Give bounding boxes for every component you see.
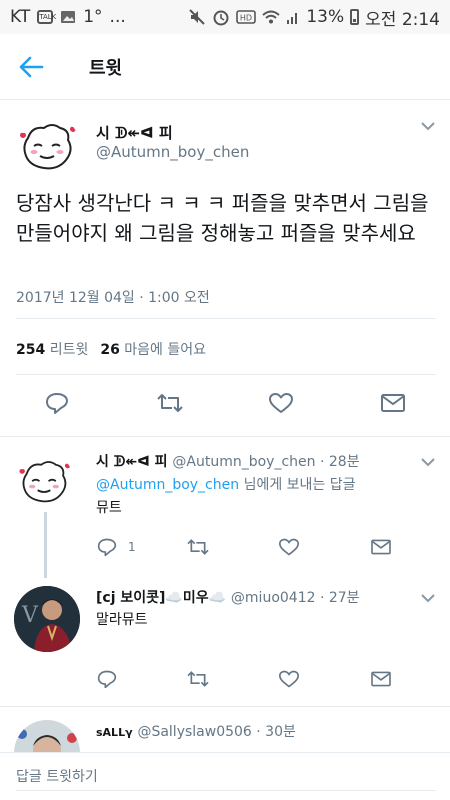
svg-text:HD: HD bbox=[240, 14, 252, 23]
retweet-count: 254 bbox=[16, 342, 46, 358]
temperature-label: 1° bbox=[83, 7, 103, 27]
reply-text: 뮤트 bbox=[96, 500, 122, 516]
svg-text:V: V bbox=[21, 603, 39, 628]
reply-count: 1 bbox=[128, 540, 136, 554]
reply-button[interactable] bbox=[96, 534, 126, 560]
reply-context: @Autumn_boy_chen 님에게 보내는 답글 bbox=[96, 474, 356, 494]
reply-meta: @Sallyslaw0506 · 30분 bbox=[137, 724, 296, 740]
reply-button[interactable] bbox=[44, 390, 74, 416]
cartoon-face-icon bbox=[14, 114, 80, 180]
back-arrow-icon bbox=[19, 56, 44, 77]
compose-underline bbox=[16, 790, 436, 791]
like-button[interactable] bbox=[278, 534, 308, 560]
image-icon bbox=[61, 11, 76, 23]
reply-actions: 1 bbox=[0, 534, 450, 564]
retweet-button[interactable] bbox=[186, 666, 216, 692]
reply-author-line[interactable]: sALLγ @Sallyslaw0506 · 30분 bbox=[96, 721, 296, 741]
cartoon-face-icon bbox=[14, 452, 74, 512]
like-button[interactable] bbox=[268, 390, 298, 416]
status-bar: KT TALK 1° ... HD 13% 오전 2:14 bbox=[0, 0, 450, 34]
carrier-label: KT bbox=[10, 7, 31, 27]
author-avatar[interactable] bbox=[14, 114, 80, 180]
like-button[interactable] bbox=[278, 666, 308, 692]
mail-icon bbox=[371, 539, 391, 555]
like-count: 26 bbox=[100, 342, 120, 358]
like-stat[interactable]: 26 마음에 들어요 bbox=[100, 339, 206, 359]
retweet-icon bbox=[187, 539, 209, 555]
author-display-name[interactable]: 시 ᗫ↞ᐊ 피 bbox=[96, 122, 173, 143]
reply-display-name: [cj 보이콧]☁️미우☁️ bbox=[96, 590, 227, 606]
page-title: 트윗 bbox=[89, 57, 123, 79]
talk-icon: TALK bbox=[37, 10, 56, 24]
reply-compose-input[interactable]: 답글 트윗하기 bbox=[16, 766, 98, 786]
reply-compose-bar[interactable]: 답글 트윗하기 bbox=[0, 752, 450, 800]
retweet-button[interactable] bbox=[156, 390, 186, 416]
chevron-down-icon bbox=[421, 122, 435, 131]
tweet-text: 당잠사 생각난다 ㅋ ㅋ ㅋ 퍼즐을 맞추면서 그림을 만들어야지 왜 그림을 … bbox=[16, 191, 429, 245]
mail-icon bbox=[381, 394, 405, 412]
reply-avatar[interactable] bbox=[14, 452, 74, 512]
reply-display-name: 시 ᗫ↞ᐊ 피 bbox=[96, 454, 168, 470]
like-label: 마음에 들어요 bbox=[124, 342, 206, 358]
reply-menu-button[interactable] bbox=[418, 452, 438, 472]
app-header: 트윗 bbox=[0, 34, 450, 100]
reply-to-suffix: 님에게 보내는 답글 bbox=[239, 477, 356, 493]
reply-author-line[interactable]: [cj 보이콧]☁️미우☁️ @miuo0412 · 27분 bbox=[96, 587, 360, 607]
reply-to-link[interactable]: @Autumn_boy_chen bbox=[96, 477, 239, 493]
reply-icon bbox=[97, 670, 117, 689]
hd-icon: HD bbox=[236, 10, 257, 24]
chevron-down-icon bbox=[421, 458, 435, 467]
reply-icon bbox=[46, 393, 68, 414]
heart-icon bbox=[269, 393, 293, 413]
retweet-stat[interactable]: 254 리트윗 bbox=[16, 339, 88, 359]
retweet-button[interactable] bbox=[186, 534, 216, 560]
heart-icon bbox=[278, 670, 300, 688]
reply-meta: @miuo0412 · 27분 bbox=[230, 590, 360, 606]
reply-display-name: sALLγ bbox=[96, 726, 133, 739]
back-button[interactable] bbox=[0, 34, 62, 100]
reply-avatar[interactable]: V bbox=[14, 586, 80, 652]
heart-icon bbox=[278, 538, 300, 556]
mail-icon bbox=[371, 671, 391, 687]
divider bbox=[16, 318, 436, 319]
divider bbox=[0, 706, 450, 707]
share-button[interactable] bbox=[370, 534, 400, 560]
tweet-timestamp[interactable]: 2017년 12월 04일 · 1:00 오전 bbox=[16, 287, 210, 307]
share-button[interactable] bbox=[380, 390, 410, 416]
more-label: ... bbox=[109, 7, 126, 27]
tweet-stats: 254 리트윗 26 마음에 들어요 bbox=[16, 339, 206, 359]
wifi-icon bbox=[262, 10, 281, 24]
main-tweet-actions bbox=[0, 390, 450, 420]
retweet-icon bbox=[187, 671, 209, 687]
reply-author-line[interactable]: 시 ᗫ↞ᐊ 피 @Autumn_boy_chen · 28분 bbox=[96, 451, 360, 471]
share-button[interactable] bbox=[370, 666, 400, 692]
reply-meta: @Autumn_boy_chen · 28분 bbox=[172, 454, 360, 470]
divider bbox=[16, 374, 436, 375]
person-photo-icon: V bbox=[14, 586, 80, 652]
battery-icon bbox=[350, 9, 360, 25]
reply-icon bbox=[97, 538, 117, 557]
divider bbox=[0, 436, 450, 437]
reply-text: 말라뮤트 bbox=[96, 612, 148, 628]
signal-icon bbox=[287, 13, 298, 24]
chevron-down-icon bbox=[421, 594, 435, 603]
alarm-icon bbox=[213, 10, 229, 26]
reply-menu-button[interactable] bbox=[418, 588, 438, 608]
reply-button[interactable] bbox=[96, 666, 126, 692]
author-handle[interactable]: @Autumn_boy_chen bbox=[96, 143, 249, 161]
tweet-menu-button[interactable] bbox=[418, 116, 438, 136]
retweet-icon bbox=[157, 394, 183, 412]
clock: 오전 2:14 bbox=[365, 9, 440, 30]
mute-icon bbox=[189, 9, 206, 25]
battery-percent: 13% bbox=[306, 7, 345, 27]
reply-actions bbox=[0, 666, 450, 696]
retweet-label: 리트윗 bbox=[49, 342, 89, 358]
